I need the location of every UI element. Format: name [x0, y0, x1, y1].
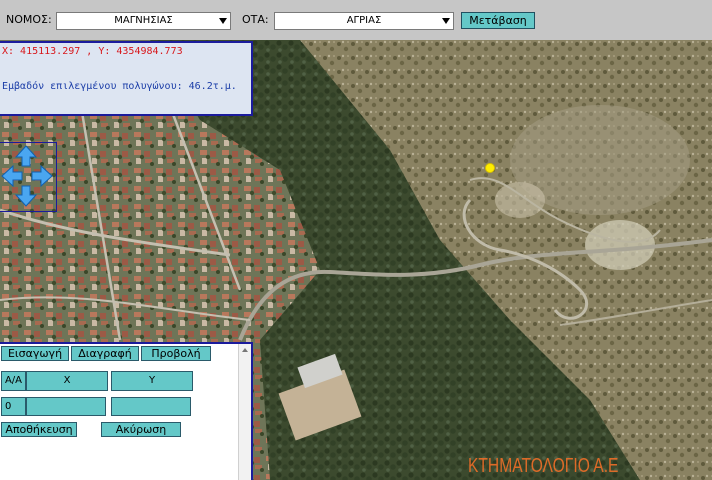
chevron-down-icon — [219, 18, 227, 24]
ota-select-value: ΑΓΡΙΑΣ — [346, 15, 382, 26]
x-input[interactable] — [26, 397, 106, 416]
y-input[interactable] — [111, 397, 191, 416]
header-aa: A/A — [1, 371, 26, 391]
arrow-down-icon[interactable] — [15, 185, 37, 207]
chevron-down-icon — [442, 18, 450, 24]
top-toolbar: ΝΟΜΟΣ: ΜΑΓΝΗΣΙΑΣ ΟΤΑ: ΑΓΡΙΑΣ Μετάβαση — [0, 0, 712, 40]
ota-select[interactable]: ΑΓΡΙΑΣ — [274, 12, 454, 30]
pan-control — [0, 142, 57, 212]
ktimatologio-logo: ΚΤΗΜΑΤΟΛΟΓΙΟ Α.Ε — [468, 455, 619, 477]
polygon-area-readout: Εμβαδόν επιλεγμένου πολυγώνου: 46.2τ.μ. — [2, 81, 237, 92]
location-marker — [485, 163, 495, 173]
arrow-up-icon[interactable] — [15, 145, 37, 167]
scroll-up-icon[interactable] — [242, 348, 248, 352]
cancel-button[interactable]: Ακύρωση — [101, 422, 181, 437]
tab-view[interactable]: Προβολή — [141, 346, 211, 361]
nomos-select-value: ΜΑΓΝΗΣΙΑΣ — [114, 15, 173, 26]
coordinates-readout: X: 415113.297 , Y: 4354984.773 — [2, 46, 183, 57]
panel-scrollbar[interactable] — [238, 344, 251, 480]
arrow-left-icon[interactable] — [1, 165, 23, 187]
tab-delete[interactable]: Διαγραφή — [71, 346, 139, 361]
nomos-select[interactable]: ΜΑΓΝΗΣΙΑΣ — [56, 12, 231, 30]
header-x: X — [26, 371, 108, 391]
ota-label: ΟΤΑ: — [242, 13, 269, 26]
nomos-label: ΝΟΜΟΣ: — [6, 13, 52, 26]
go-button[interactable]: Μετάβαση — [461, 12, 535, 29]
arrow-right-icon[interactable] — [31, 165, 53, 187]
save-button[interactable]: Αποθήκευση — [1, 422, 77, 437]
row-aa: 0 — [1, 397, 26, 416]
info-panel: X: 415113.297 , Y: 4354984.773 Εμβαδόν ε… — [0, 41, 253, 116]
coordinate-edit-panel: Εισαγωγή Διαγραφή Προβολή A/A X Y 0 Αποθ… — [0, 342, 253, 480]
header-y: Y — [111, 371, 193, 391]
tab-insert[interactable]: Εισαγωγή — [1, 346, 69, 361]
